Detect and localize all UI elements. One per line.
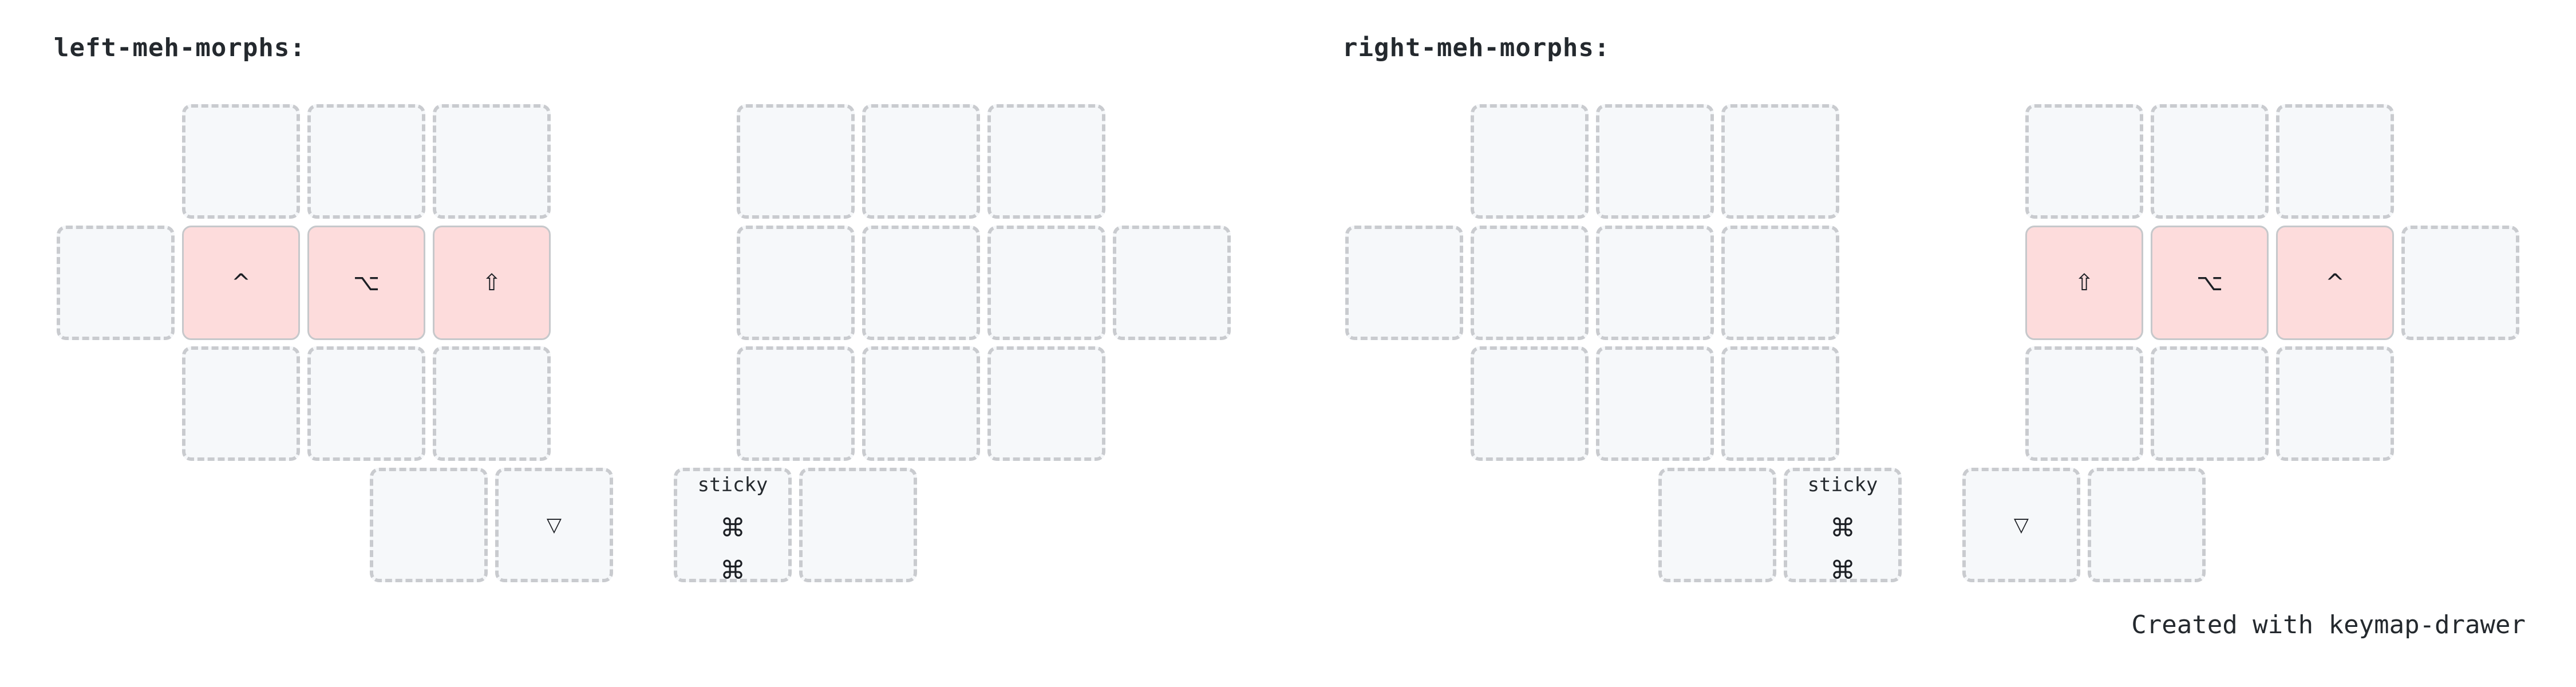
- key-transparent: ▽: [495, 468, 613, 582]
- key-empty: [987, 226, 1105, 340]
- key-empty: [2276, 346, 2394, 461]
- key-empty: [1596, 226, 1714, 340]
- key-empty: [737, 346, 855, 461]
- key-empty: [799, 468, 917, 582]
- key-empty: [862, 104, 980, 219]
- key-empty: [1721, 104, 1839, 219]
- key-empty: [737, 104, 855, 219]
- command-icon: ⌘: [720, 514, 745, 543]
- command-icon: ⌘: [1830, 556, 1855, 585]
- key-empty: [987, 346, 1105, 461]
- key-empty: [1345, 226, 1463, 340]
- key-shift: ⇧: [2025, 226, 2143, 340]
- triangle-down-icon: ▽: [2013, 514, 2029, 536]
- key-empty: [1471, 226, 1589, 340]
- key-empty: [1658, 468, 1776, 582]
- key-empty: [1113, 226, 1231, 340]
- key-empty: [2276, 104, 2394, 219]
- key-empty: [1471, 346, 1589, 461]
- key-empty: [862, 346, 980, 461]
- key-sticky-cmd: sticky ⌘ ⌘: [1784, 468, 1902, 585]
- key-empty: [1471, 104, 1589, 219]
- command-icon: ⌘: [720, 556, 745, 585]
- key-empty: [182, 104, 300, 219]
- control-icon: ^: [231, 270, 251, 296]
- key-empty: [1721, 346, 1839, 461]
- key-empty: [307, 346, 425, 461]
- control-icon: ^: [2325, 270, 2345, 296]
- key-empty: [2151, 104, 2269, 219]
- option-icon: ⌥: [2196, 270, 2223, 296]
- triangle-down-icon: ▽: [546, 514, 562, 536]
- sticky-label: sticky: [1807, 473, 1878, 496]
- layer-title: right-meh-morphs:: [1342, 33, 1610, 62]
- key-alt: ⌥: [2151, 226, 2269, 340]
- key-empty: [1721, 226, 1839, 340]
- key-empty: [307, 104, 425, 219]
- key-empty: [1596, 104, 1714, 219]
- key-empty: [2151, 346, 2269, 461]
- key-empty: [433, 346, 551, 461]
- key-empty: [2401, 226, 2519, 340]
- shift-icon: ⇧: [482, 270, 501, 296]
- key-empty: [2088, 468, 2206, 582]
- key-empty: [57, 226, 175, 340]
- shift-icon: ⇧: [2075, 270, 2094, 296]
- key-empty: [182, 346, 300, 461]
- key-ctrl: ^: [182, 226, 300, 340]
- key-alt: ⌥: [307, 226, 425, 340]
- keymap-canvas: left-meh-morphs: ^ ⌥ ⇧ ▽ sticky ⌘ ⌘ righ…: [0, 0, 2576, 687]
- key-ctrl: ^: [2276, 226, 2394, 340]
- sticky-label: sticky: [697, 473, 768, 496]
- footer-credit: Created with keymap-drawer: [2131, 610, 2526, 639]
- key-empty: [370, 468, 488, 582]
- key-empty: [433, 104, 551, 219]
- key-sticky-cmd: sticky ⌘ ⌘: [674, 468, 792, 585]
- key-transparent: ▽: [1962, 468, 2080, 582]
- layer-title: left-meh-morphs:: [54, 33, 306, 62]
- key-empty: [987, 104, 1105, 219]
- option-icon: ⌥: [353, 270, 380, 296]
- key-shift: ⇧: [433, 226, 551, 340]
- key-empty: [2025, 346, 2143, 461]
- key-empty: [862, 226, 980, 340]
- key-empty: [1596, 346, 1714, 461]
- command-icon: ⌘: [1830, 514, 1855, 543]
- key-empty: [737, 226, 855, 340]
- key-empty: [2025, 104, 2143, 219]
